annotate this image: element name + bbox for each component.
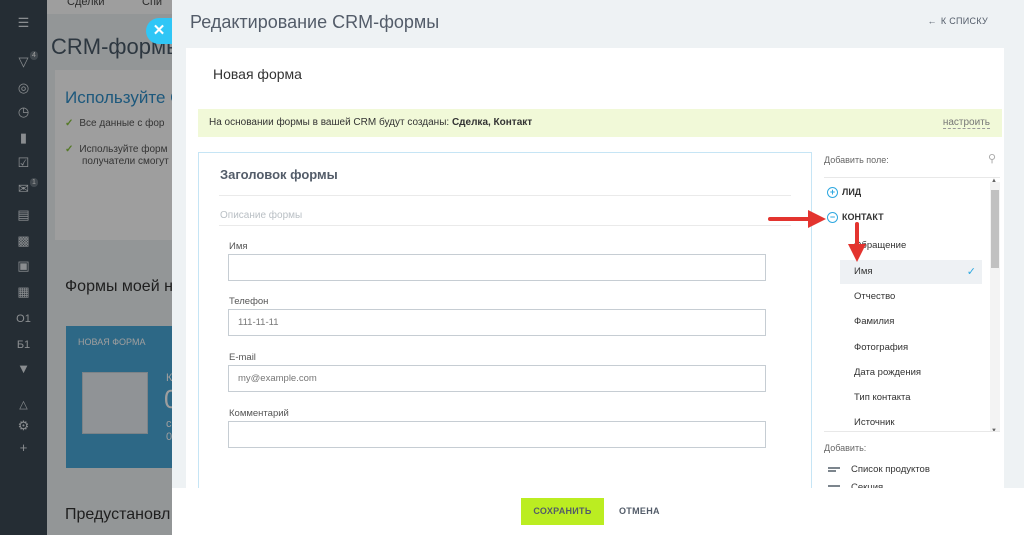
- divider: [219, 195, 791, 196]
- check-icon: ✓: [966, 266, 976, 278]
- scrollbar[interactable]: ▲ ▼: [990, 178, 1000, 431]
- annotation-arrow-down-icon: [848, 222, 866, 262]
- editor-content: Новая форма На основании формы в вашей C…: [186, 48, 1004, 493]
- add-field-label: Добавить поле:: [824, 155, 889, 165]
- add-label: Добавить:: [824, 443, 867, 453]
- list-icon: [828, 466, 840, 473]
- add-field-sidebar: Добавить поле: ⚲ + ЛИД − КОНТАКТ Обращение…: [824, 152, 1002, 493]
- field-item-photo[interactable]: Фотография: [840, 336, 982, 360]
- setup-link[interactable]: настроить: [942, 117, 990, 129]
- field-input-phone[interactable]: 111-11-11: [228, 309, 766, 336]
- save-button[interactable]: СОХРАНИТЬ: [521, 498, 604, 525]
- search-icon[interactable]: ⚲: [988, 152, 996, 165]
- field-input-comment[interactable]: [228, 421, 766, 448]
- form-title-field[interactable]: Заголовок формы: [220, 167, 338, 182]
- back-to-list-link[interactable]: ← К СПИСКУ: [928, 16, 988, 26]
- field-list: + ЛИД − КОНТАКТ Обращение Имя ✓ Отчество Фа…: [824, 177, 1000, 432]
- annotation-arrow-right-icon: [768, 210, 826, 228]
- field-input-name[interactable]: [228, 254, 766, 281]
- field-input-email[interactable]: my@example.com: [228, 365, 766, 392]
- form-name[interactable]: Новая форма: [213, 66, 302, 82]
- form-editor: Заголовок формы Описание формы Имя Телеф…: [198, 152, 812, 492]
- field-item-birthdate[interactable]: Дата рождения: [840, 361, 982, 385]
- plus-circle-icon: +: [827, 187, 838, 198]
- field-item-contact-type[interactable]: Тип контакта: [840, 386, 982, 410]
- field-label-email: E-mail: [229, 352, 256, 363]
- crm-form-editor-panel: Редактирование CRM-формы ← К СПИСКУ Новая…: [172, 0, 1024, 535]
- info-text: На основании формы в вашей CRM будут соз…: [209, 117, 533, 128]
- arrow-left-icon: ←: [927, 16, 937, 26]
- scroll-up-icon[interactable]: ▲: [991, 178, 997, 184]
- field-label-phone: Телефон: [229, 296, 269, 307]
- close-panel-button[interactable]: ✕: [146, 18, 172, 44]
- scrollbar-thumb[interactable]: [991, 190, 999, 268]
- field-item-last-name[interactable]: Фамилия: [840, 310, 982, 334]
- minus-circle-icon: −: [827, 212, 838, 223]
- cancel-button[interactable]: ОТМЕНА: [619, 498, 660, 525]
- info-bar: На основании формы в вашей CRM будут соз…: [198, 109, 1002, 137]
- divider: [219, 225, 791, 226]
- form-description-field[interactable]: Описание формы: [220, 210, 302, 221]
- footer-bar: СОХРАНИТЬ ОТМЕНА: [172, 488, 1024, 535]
- field-item-source[interactable]: Источник: [840, 411, 982, 431]
- add-product-list[interactable]: Список продуктов: [828, 464, 930, 475]
- field-item-patronymic[interactable]: Отчество: [840, 285, 982, 309]
- section-lead[interactable]: + ЛИД: [827, 187, 861, 198]
- scroll-down-icon[interactable]: ▼: [991, 428, 997, 431]
- field-label-comment: Комментарий: [229, 408, 289, 419]
- page-title: Редактирование CRM-формы: [190, 12, 440, 32]
- close-icon: ✕: [152, 22, 166, 39]
- field-label-name: Имя: [229, 241, 248, 252]
